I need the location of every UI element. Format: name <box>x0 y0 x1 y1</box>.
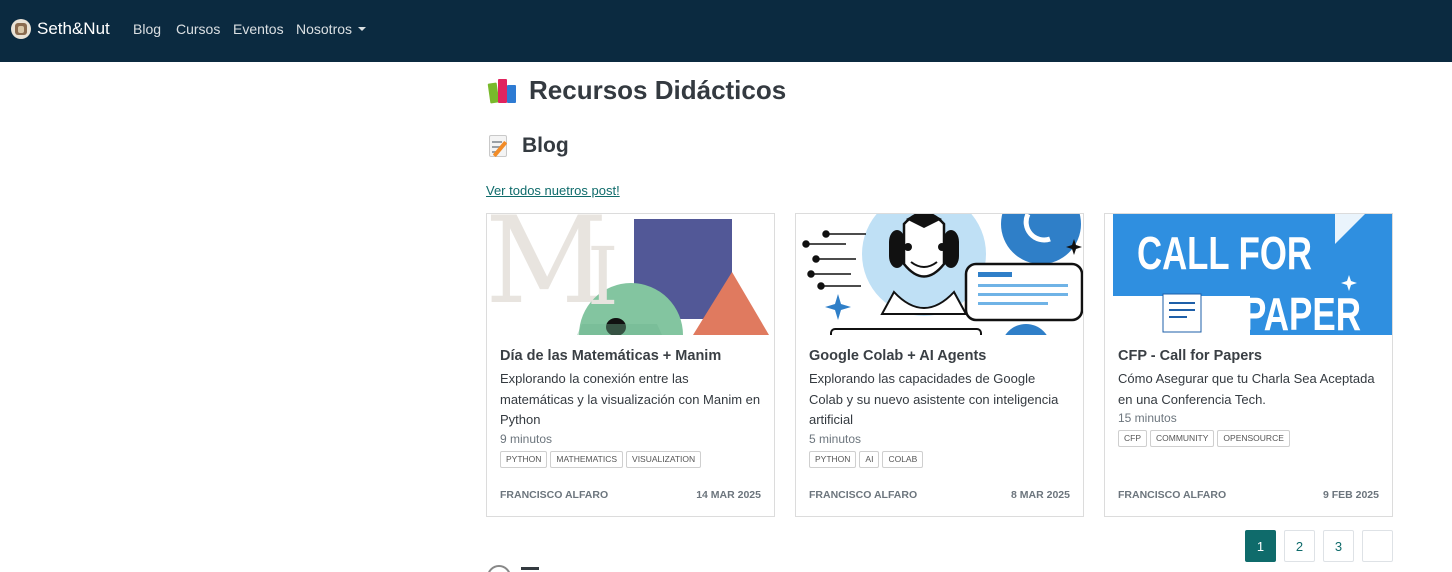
card-author: FRANCISCO ALFARO <box>500 489 609 501</box>
blog-card-cfp[interactable]: CALL FOR PAPER CFP - Call for Papers Cóm… <box>1104 213 1393 517</box>
blog-card-colab[interactable]: Google Colab + AI Agents Explorando las … <box>795 213 1084 517</box>
page-title-text: Recursos Didácticos <box>529 74 787 105</box>
top-navbar: Seth&Nut Blog Cursos Eventos Nosotros <box>0 0 1452 62</box>
nav-link-cursos[interactable]: Cursos <box>176 21 220 37</box>
caret-down-icon <box>358 27 367 31</box>
tag[interactable]: PYTHON <box>500 451 548 468</box>
tag[interactable]: MATHEMATICS <box>550 451 624 468</box>
logo-icon <box>11 19 31 39</box>
card-title: CFP - Call for Papers <box>1118 348 1262 364</box>
tag[interactable]: VISUALIZATION <box>626 451 702 468</box>
pagination-page-2[interactable]: 2 <box>1284 530 1315 562</box>
card-description: Explorando la conexión entre las matemát… <box>500 371 761 427</box>
card-description: Explorando las capacidades de Google Col… <box>809 371 1059 427</box>
next-section-heading <box>521 567 539 570</box>
pagination-page-3[interactable]: 3 <box>1323 530 1354 562</box>
blog-heading: Blog <box>488 132 569 160</box>
card-date: 9 FEB 2025 <box>1322 489 1379 501</box>
card-image-colab <box>796 214 1083 335</box>
see-all-posts-link[interactable]: Ver todos nuetros post! <box>486 183 620 198</box>
tag[interactable]: COMMUNITY <box>1150 430 1215 447</box>
read-time: 15 minutos <box>1118 411 1177 425</box>
nav-link-nosotros-label: Nosotros <box>296 21 353 37</box>
tag-list: PYTHON MATHEMATICS VISUALIZATION <box>500 451 702 468</box>
card-image-cfp: CALL FOR PAPER <box>1105 214 1392 335</box>
image-text-line2: PAPER <box>1243 288 1361 335</box>
nav-link-eventos[interactable]: Eventos <box>233 21 284 37</box>
nav-link-blog[interactable]: Blog <box>133 21 161 37</box>
svg-text:I: I <box>587 230 619 323</box>
page-title: Recursos Didácticos <box>487 72 786 108</box>
tag[interactable]: AI <box>859 451 880 468</box>
memo-icon <box>488 134 510 158</box>
blog-card-manim[interactable]: M I Día de las Matemáticas + Manim Explo… <box>486 213 775 517</box>
brand-name: Seth&Nut <box>37 19 110 38</box>
card-author: FRANCISCO ALFARO <box>809 489 918 501</box>
tag-list: PYTHON AI COLAB <box>809 451 924 468</box>
tag[interactable]: OPENSOURCE <box>1217 430 1290 447</box>
tag-list: CFP COMMUNITY OPENSOURCE <box>1118 430 1290 447</box>
blog-heading-text: Blog <box>522 134 569 157</box>
read-time: 5 minutos <box>809 432 862 446</box>
card-date: 14 MAR 2025 <box>696 489 761 501</box>
books-icon <box>487 77 517 104</box>
pagination-next-button[interactable] <box>1362 530 1393 562</box>
pagination-page-1[interactable]: 1 <box>1245 530 1276 562</box>
card-image-manim: M I <box>487 214 774 335</box>
read-time: 9 minutos <box>500 432 553 446</box>
card-title: Google Colab + AI Agents <box>809 348 987 364</box>
image-text-line1: CALL FOR <box>1137 227 1312 279</box>
card-description: Cómo Asegurar que tu Charla Sea Aceptada… <box>1118 371 1375 407</box>
card-author: FRANCISCO ALFARO <box>1118 489 1227 501</box>
tag[interactable]: COLAB <box>882 451 924 468</box>
next-section-icon <box>487 565 511 572</box>
tag[interactable]: PYTHON <box>809 451 857 468</box>
brand-link[interactable]: Seth&Nut <box>11 18 110 40</box>
card-title: Día de las Matemáticas + Manim <box>500 348 722 364</box>
nav-dropdown-nosotros[interactable]: Nosotros <box>296 21 367 37</box>
tag[interactable]: CFP <box>1118 430 1147 447</box>
card-date: 8 MAR 2025 <box>1011 489 1070 501</box>
